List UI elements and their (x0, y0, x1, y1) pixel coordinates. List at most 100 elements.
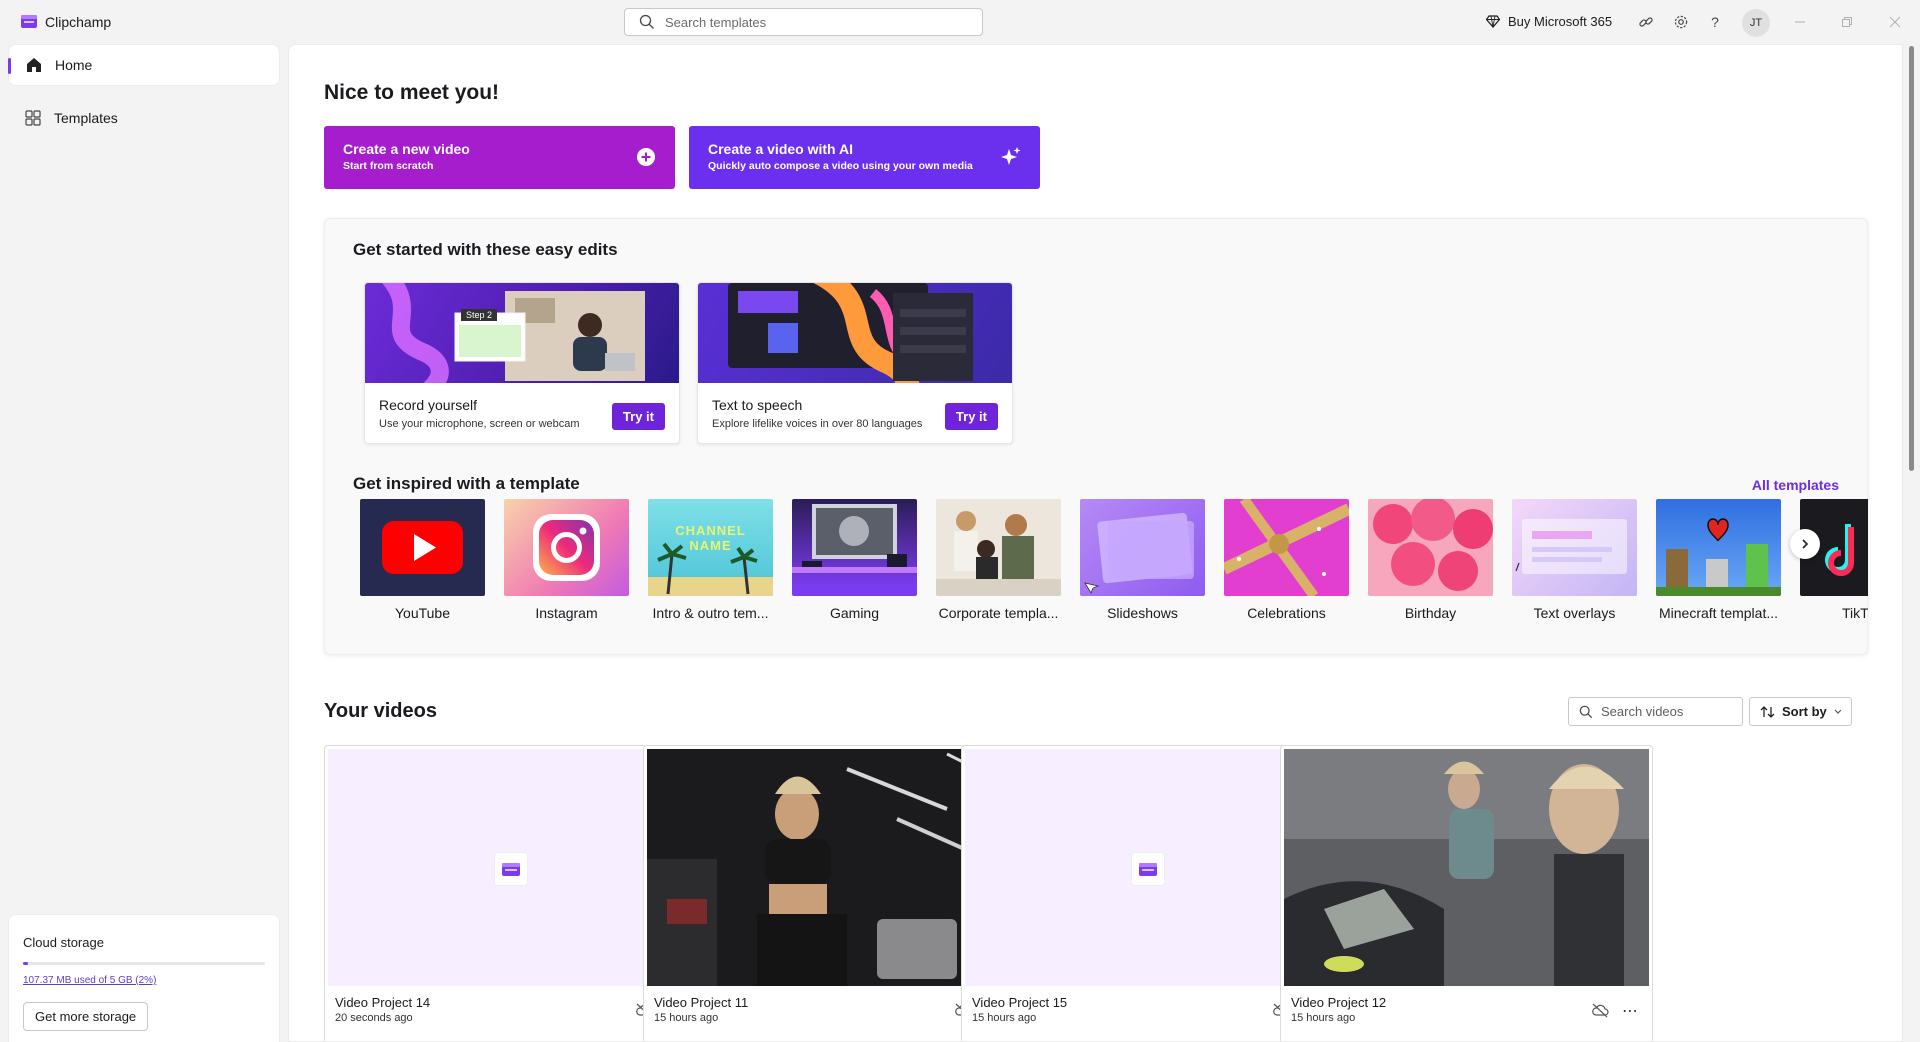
share-link-icon[interactable] (1636, 12, 1656, 32)
template-tiktok[interactable]: TikT (1800, 499, 1868, 621)
clipchamp-logo-icon (494, 852, 528, 886)
text-to-speech-illustration (728, 283, 973, 383)
template-instagram[interactable]: Instagram (504, 499, 629, 621)
template-thumbnail (360, 499, 485, 596)
title-bar: Clipchamp Search templates Buy Microsoft… (0, 0, 1920, 44)
template-thumbnail: CHANNEL NAME (648, 499, 773, 596)
text-overlay-illustration (1515, 519, 1627, 574)
sidebar-item-templates[interactable]: Templates (8, 97, 280, 139)
template-carousel: YouTube Instagram CHANNEL NAME Intro & o… (360, 499, 1868, 635)
text-to-speech-card[interactable]: Text to speech Explore lifelike voices i… (697, 282, 1013, 444)
try-it-button[interactable]: Try it (611, 403, 665, 430)
template-celebrations[interactable]: Celebrations (1224, 499, 1349, 621)
template-label: TikT (1842, 605, 1868, 621)
template-text-overlays[interactable]: Text overlays (1512, 499, 1637, 621)
get-more-storage-button[interactable]: Get more storage (23, 1002, 149, 1031)
template-gaming[interactable]: Gaming (792, 499, 917, 621)
clipchamp-logo-icon (1131, 852, 1165, 886)
record-yourself-card[interactable]: Step 2 Record yourself Use your micropho… (364, 282, 680, 444)
try-it-button[interactable]: Try it (944, 403, 998, 430)
template-label: Corporate templa... (938, 605, 1059, 621)
get-started-section: Get started with these easy edits Step 2… (324, 218, 1868, 655)
video-thumbnail (1284, 749, 1649, 986)
video-card[interactable]: Video Project 12 15 hours ago ⋯ (1280, 745, 1653, 1041)
video-thumbnail (647, 749, 1012, 986)
template-label: Celebrations (1247, 605, 1326, 621)
template-thumbnail (1224, 499, 1349, 596)
sidebar-item-home[interactable]: Home (8, 44, 280, 86)
sort-by-button[interactable]: Sort by (1749, 697, 1852, 726)
cta-title: Create a new video (343, 141, 470, 157)
video-card[interactable]: Video Project 14 20 seconds ago ⋯ (324, 745, 697, 1041)
template-label: Intro & outro tem... (652, 605, 769, 621)
template-thumbnail (1080, 499, 1205, 596)
avatar-initials: JT (1749, 17, 1763, 29)
close-icon[interactable] (1887, 14, 1903, 30)
video-timestamp: 15 hours ago (1291, 1012, 1356, 1024)
template-label: Birthday (1404, 605, 1457, 621)
search-icon (1579, 705, 1593, 718)
restore-icon[interactable] (1839, 14, 1855, 30)
settings-gear-icon[interactable] (1671, 12, 1691, 32)
all-templates-link[interactable]: All templates (1752, 477, 1839, 493)
cta-title: Create a video with AI (708, 141, 853, 157)
carousel-next-button[interactable] (1790, 529, 1820, 559)
main-panel: Nice to meet you! Create a new video Sta… (288, 44, 1903, 1042)
template-corporate[interactable]: Corporate templa... (936, 499, 1061, 621)
cloud-storage-title: Cloud storage (23, 935, 104, 950)
template-slideshows[interactable]: Slideshows (1080, 499, 1205, 621)
video-title: Video Project 12 (1291, 995, 1387, 1010)
template-thumbnail (1656, 499, 1781, 596)
search-videos-input[interactable]: Search videos (1568, 697, 1743, 726)
plus-circle-icon (637, 148, 655, 166)
app-name: Clipchamp (45, 14, 112, 30)
video-title: Video Project 11 (654, 995, 749, 1010)
cloud-storage-card: Cloud storage 107.37 MB used of 5 GB (2%… (8, 914, 280, 1042)
video-thumbnail (328, 749, 693, 986)
video-card[interactable]: Video Project 15 15 hours ago ⋯ (961, 745, 1334, 1041)
instagram-logo-icon (533, 514, 600, 581)
storage-usage-link[interactable]: 107.37 MB used of 5 GB (2%) (23, 975, 265, 986)
template-birthday[interactable]: Birthday (1368, 499, 1493, 621)
easy-card-subtitle: Use your microphone, screen or webcam (379, 418, 580, 430)
help-icon[interactable]: ? (1705, 12, 1725, 32)
video-title: Video Project 14 (335, 995, 431, 1010)
page-title: Nice to meet you! (324, 81, 500, 104)
template-intro-outro[interactable]: CHANNEL NAME Intro & outro tem... (648, 499, 773, 621)
template-label: Gaming (829, 605, 880, 621)
easy-edits-heading: Get started with these easy edits (353, 240, 618, 259)
gym-scene-image (647, 749, 1012, 986)
buy-microsoft-365-label: Buy Microsoft 365 (1508, 14, 1613, 29)
diamond-icon (1486, 15, 1500, 28)
video-timestamp: 20 seconds ago (335, 1012, 413, 1024)
cloud-off-icon[interactable] (1591, 1002, 1609, 1018)
video-timestamp: 15 hours ago (654, 1012, 719, 1024)
buy-microsoft-365-button[interactable]: Buy Microsoft 365 (1486, 14, 1612, 29)
template-minecraft[interactable]: Minecraft templat... (1656, 499, 1781, 621)
template-thumbnail (504, 499, 629, 596)
template-youtube[interactable]: YouTube (360, 499, 485, 621)
corporate-team-illustration (936, 511, 1061, 596)
intro-thumb-text: CHANNEL NAME (675, 523, 746, 553)
search-templates-input[interactable]: Search templates (624, 8, 983, 36)
more-options-icon[interactable]: ⋯ (1622, 1001, 1639, 1021)
record-yourself-illustration (381, 283, 645, 383)
create-video-with-ai-button[interactable]: Create a video with AI Quickly auto comp… (689, 126, 1040, 189)
template-label: Minecraft templat... (1658, 605, 1779, 621)
scrollbar-thumb[interactable] (1909, 46, 1914, 471)
search-videos-placeholder: Search videos (1601, 704, 1684, 719)
template-thumbnail (1512, 499, 1637, 596)
easy-card-title: Text to speech (712, 397, 803, 413)
cta-subtitle: Start from scratch (343, 160, 434, 172)
easy-card-subtitle: Explore lifelike voices in over 80 langu… (712, 418, 923, 430)
video-thumbnail (965, 749, 1330, 986)
vertical-scrollbar[interactable] (1903, 44, 1920, 1042)
create-new-video-button[interactable]: Create a new video Start from scratch (324, 126, 675, 189)
minecraft-illustration (1656, 518, 1781, 596)
help-label: ? (1711, 14, 1719, 30)
storage-progress-bar (23, 962, 265, 965)
minimize-icon[interactable] (1792, 14, 1808, 30)
cta-subtitle: Quickly auto compose a video using your … (708, 160, 973, 172)
sidebar-item-label: Templates (54, 110, 118, 126)
avatar[interactable]: JT (1742, 9, 1770, 37)
